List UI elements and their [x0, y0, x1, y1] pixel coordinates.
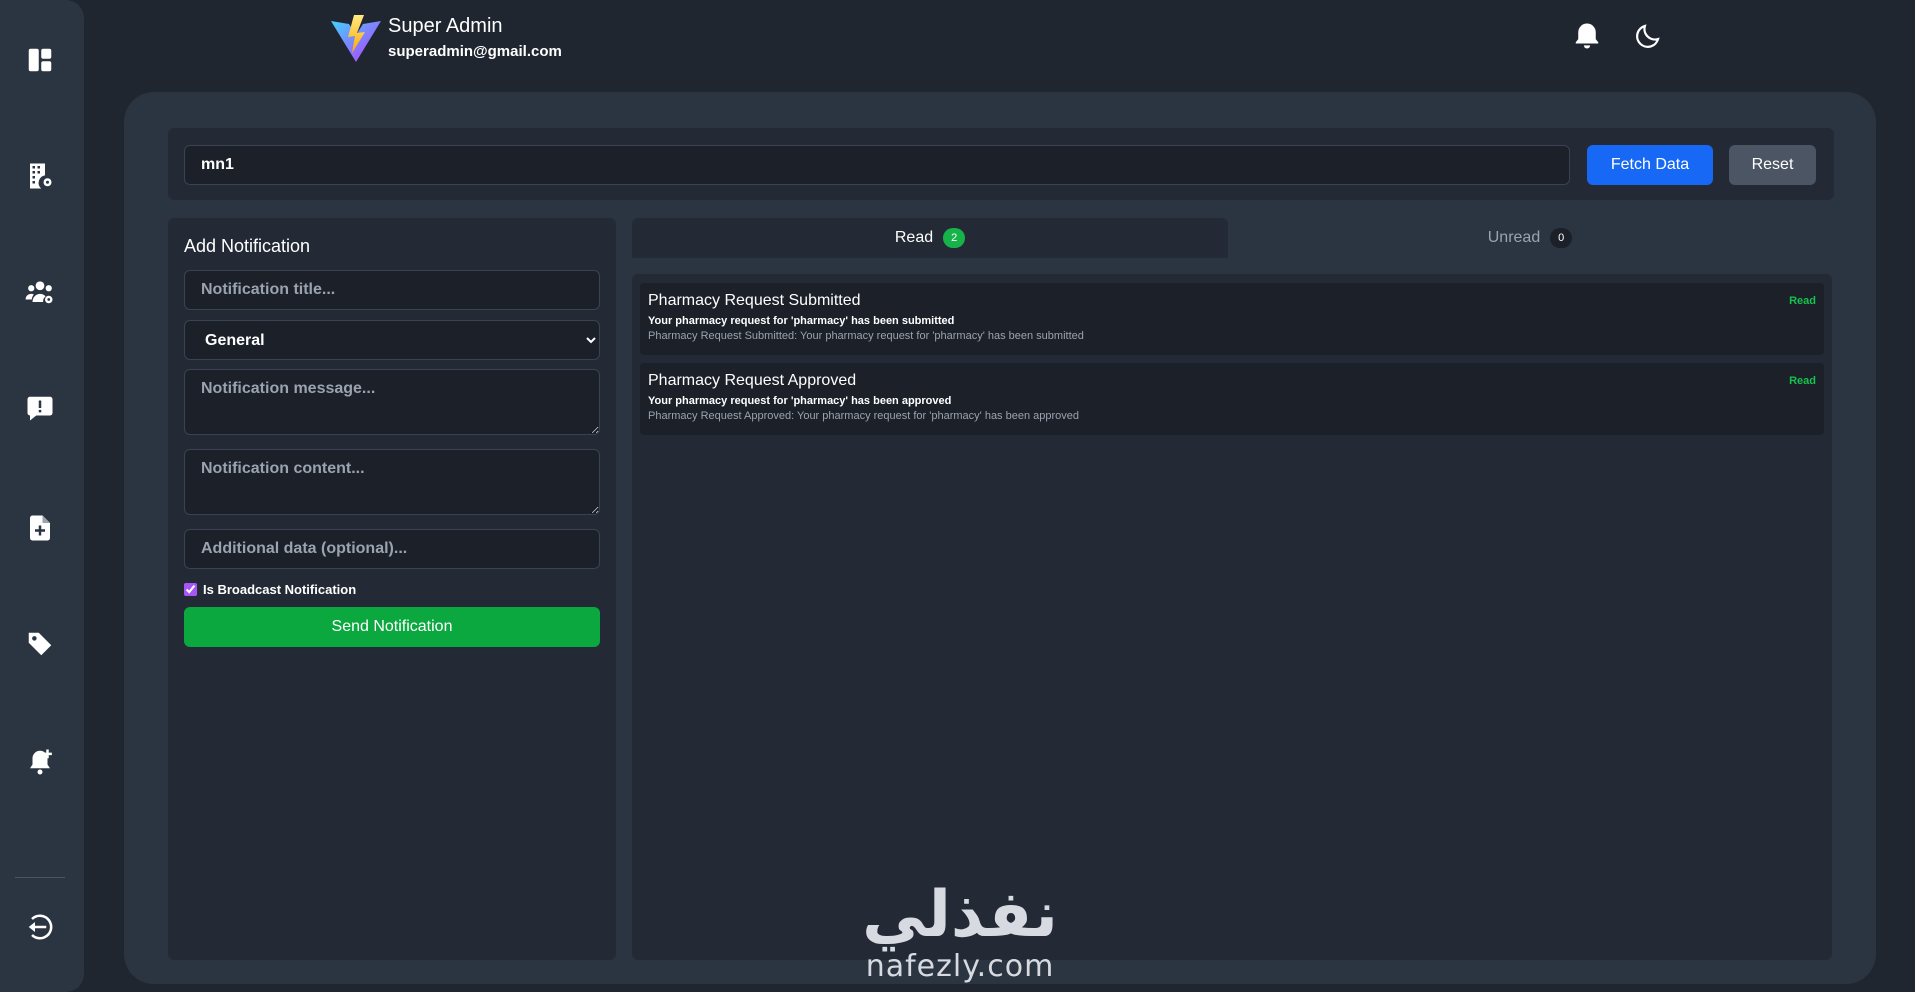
notification-title: Pharmacy Request Submitted	[648, 292, 861, 309]
building-settings-icon[interactable]	[22, 158, 58, 194]
moon-icon[interactable]	[1630, 18, 1666, 54]
file-add-icon[interactable]	[22, 510, 58, 546]
send-notification-button[interactable]: Send Notification	[184, 607, 600, 647]
additional-data-input[interactable]	[184, 529, 600, 569]
user-info: Super Admin superadmin@gmail.com	[388, 13, 562, 63]
read-count-badge: 2	[943, 228, 966, 248]
notification-content: Pharmacy Request Submitted: Your pharmac…	[648, 330, 1084, 342]
notification-status: Read	[1789, 295, 1816, 307]
broadcast-checkbox-row[interactable]: Is Broadcast Notification	[184, 581, 356, 597]
tab-unread-label: Unread	[1487, 229, 1541, 246]
broadcast-label: Is Broadcast Notification	[203, 581, 357, 597]
dashboard-icon[interactable]	[22, 42, 58, 78]
notification-content: Pharmacy Request Approved: Your pharmacy…	[648, 410, 1080, 422]
reset-button[interactable]: Reset	[1729, 145, 1816, 185]
bell-add-icon[interactable]	[22, 744, 58, 780]
vite-logo-icon	[331, 15, 381, 62]
notification-title: Pharmacy Request Approved	[648, 372, 857, 389]
notification-type-select[interactable]: General	[184, 320, 600, 360]
broadcast-checkbox[interactable]	[184, 582, 197, 596]
user-profile: Super Admin superadmin@gmail.com	[330, 10, 562, 66]
users-settings-icon[interactable]	[22, 274, 58, 310]
tab-read[interactable]: Read 2	[632, 218, 1228, 258]
message-alert-icon[interactable]	[22, 390, 58, 426]
notification-status: Read	[1789, 375, 1816, 387]
tab-unread[interactable]: Unread 0	[1228, 218, 1832, 258]
user-email: superadmin@gmail.com	[388, 43, 562, 60]
search-input[interactable]	[184, 145, 1570, 185]
notification-title-input[interactable]	[184, 270, 600, 310]
notification-content-input[interactable]	[184, 449, 600, 515]
user-name: Super Admin	[388, 15, 503, 37]
panel-title: Add Notification	[184, 236, 311, 256]
tab-read-label: Read	[894, 229, 934, 246]
notification-message-input[interactable]	[184, 369, 600, 435]
notification-message: Your pharmacy request for 'pharmacy' has…	[648, 315, 955, 327]
logout-icon[interactable]	[22, 909, 58, 945]
bell-icon[interactable]	[1569, 18, 1605, 54]
tag-icon[interactable]	[22, 626, 58, 662]
notification-message: Your pharmacy request for 'pharmacy' has…	[648, 395, 952, 407]
sidebar-divider	[15, 877, 65, 878]
sidebar	[0, 0, 84, 992]
notification-item[interactable]: Pharmacy Request Approved Your pharmacy …	[640, 363, 1824, 435]
notification-item[interactable]: Pharmacy Request Submitted Your pharmacy…	[640, 283, 1824, 355]
unread-count-badge: 0	[1550, 228, 1573, 248]
fetch-data-button[interactable]: Fetch Data	[1587, 145, 1713, 185]
